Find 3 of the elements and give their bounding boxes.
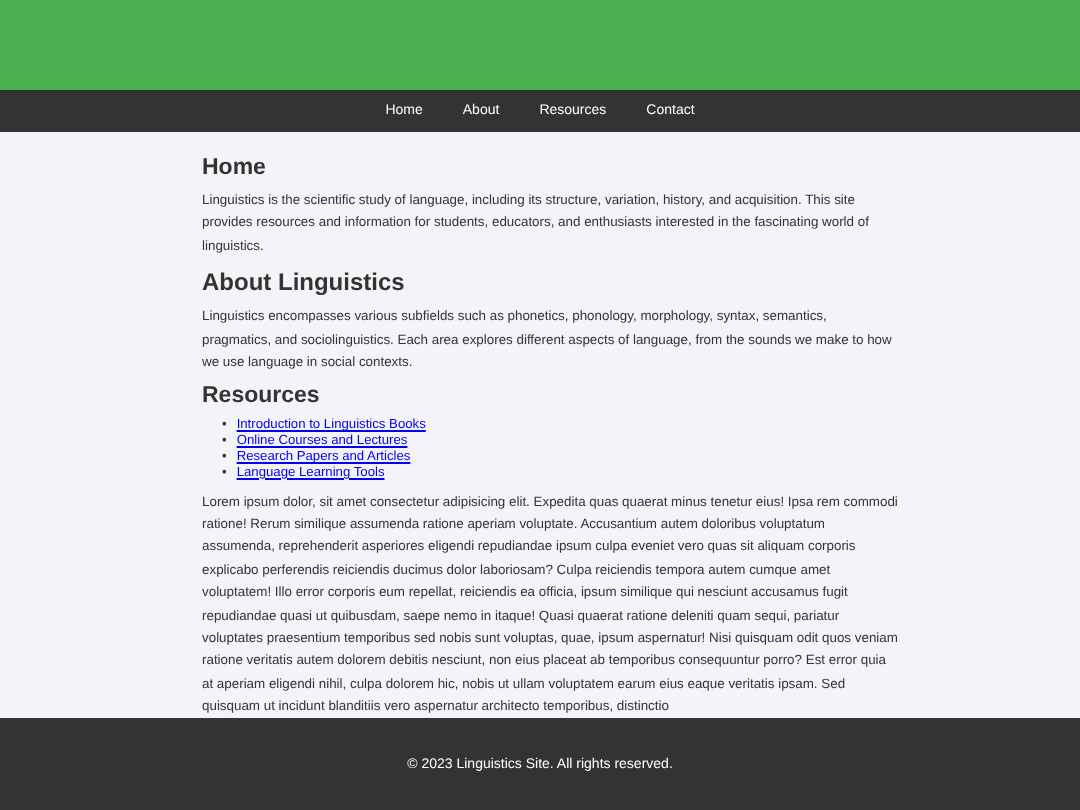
section-heading: Home [202, 156, 268, 180]
section-heading: Resources [202, 384, 322, 409]
section-heading: About Linguistics [202, 268, 407, 297]
